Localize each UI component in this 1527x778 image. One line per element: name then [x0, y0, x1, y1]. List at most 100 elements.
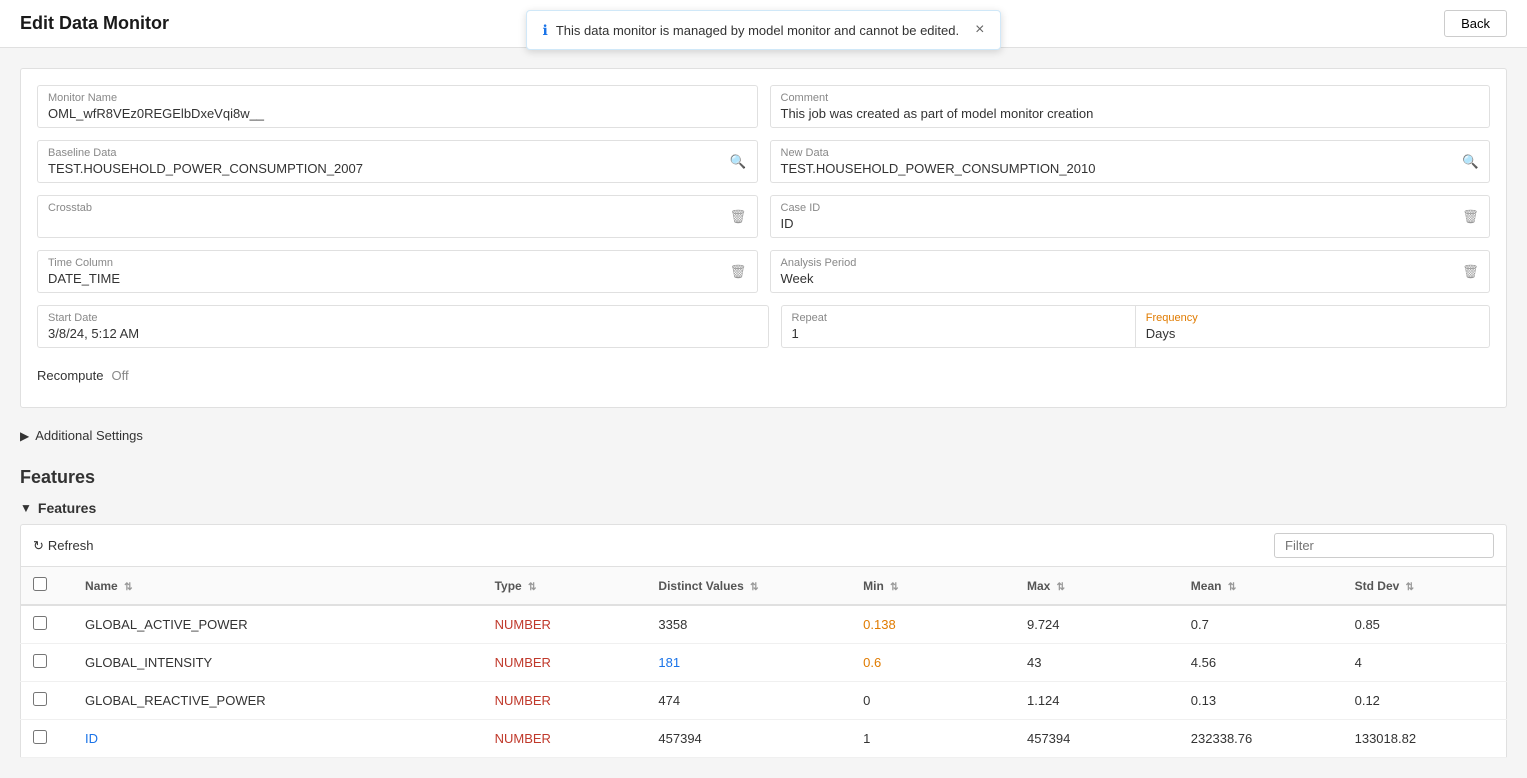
time-column-delete-button[interactable]: 🗑: [720, 250, 758, 293]
row-mean: 0.13: [1179, 682, 1343, 720]
analysis-period-label: Analysis Period: [781, 257, 1443, 269]
frequency-value: Days: [1146, 326, 1479, 341]
crosstab-delete-button[interactable]: 🗑: [720, 195, 758, 238]
features-subheading-toggle[interactable]: ▼ Features: [20, 500, 1507, 516]
features-subheading-label: Features: [38, 500, 96, 516]
header-name: Name ⇅: [73, 567, 483, 606]
table-row: ID NUMBER 457394 1 457394 232338.76 1330…: [21, 720, 1507, 758]
recompute-row: Recompute Off: [37, 360, 1490, 391]
crosstab-wrapper: Crosstab 🗑: [37, 195, 758, 238]
type-sort-icon[interactable]: ⇅: [528, 582, 536, 593]
additional-settings-label: Additional Settings: [35, 428, 143, 443]
filter-input[interactable]: [1274, 533, 1494, 558]
row-max: 43: [1015, 644, 1179, 682]
row-name: ID: [73, 720, 483, 758]
refresh-button[interactable]: ↻ Refresh: [33, 538, 93, 554]
baseline-search-button[interactable]: 🔍: [720, 140, 758, 183]
distinct-sort-icon[interactable]: ⇅: [750, 582, 758, 593]
row-min: 0.138: [851, 605, 1015, 644]
comment-label: Comment: [781, 92, 1480, 104]
repeat-field: Repeat 1: [781, 305, 1135, 348]
header-max: Max ⇅: [1015, 567, 1179, 606]
table-body: GLOBAL_ACTIVE_POWER NUMBER 3358 0.138 9.…: [21, 605, 1507, 758]
row-type: NUMBER: [483, 682, 647, 720]
repeat-value: 1: [792, 326, 1125, 341]
case-id-value: ID: [781, 216, 1443, 231]
repeat-frequency-group: Repeat 1 Frequency Days: [781, 305, 1491, 348]
form-row-1: Monitor Name OML_wfR8VEz0REGElbDxeVqi8w_…: [37, 85, 1490, 128]
stddev-sort-icon[interactable]: ⇅: [1406, 582, 1414, 593]
row-type: NUMBER: [483, 605, 647, 644]
case-id-label: Case ID: [781, 202, 1443, 214]
monitor-name-label: Monitor Name: [48, 92, 747, 104]
start-date-value: 3/8/24, 5:12 AM: [48, 326, 758, 341]
row-mean: 0.7: [1179, 605, 1343, 644]
time-column-field: Time Column DATE_TIME: [37, 250, 720, 293]
select-all-checkbox[interactable]: [33, 577, 47, 591]
crosstab-label: Crosstab: [48, 202, 710, 214]
table-toolbar: ↻ Refresh: [20, 524, 1507, 566]
case-id-delete-button[interactable]: 🗑: [1452, 195, 1490, 238]
row-type: NUMBER: [483, 644, 647, 682]
features-heading: Features: [20, 467, 1507, 488]
table-row: GLOBAL_REACTIVE_POWER NUMBER 474 0 1.124…: [21, 682, 1507, 720]
row-min: 0: [851, 682, 1015, 720]
baseline-data-field: Baseline Data TEST.HOUSEHOLD_POWER_CONSU…: [37, 140, 720, 183]
header-stddev: Std Dev ⇅: [1343, 567, 1507, 606]
mean-sort-icon[interactable]: ⇅: [1228, 582, 1236, 593]
new-data-search-button[interactable]: 🔍: [1452, 140, 1490, 183]
new-data-wrapper: New Data TEST.HOUSEHOLD_POWER_CONSUMPTIO…: [770, 140, 1491, 183]
row-distinct: 457394: [646, 720, 851, 758]
row-stddev: 0.85: [1343, 605, 1507, 644]
features-section: Features ▼ Features ↻ Refresh Name ⇅: [20, 467, 1507, 758]
time-column-label: Time Column: [48, 257, 710, 269]
new-data-value: TEST.HOUSEHOLD_POWER_CONSUMPTION_2010: [781, 161, 1443, 176]
name-sort-icon[interactable]: ⇅: [124, 582, 132, 593]
max-sort-icon[interactable]: ⇅: [1057, 582, 1065, 593]
row-checkbox-0[interactable]: [33, 616, 47, 630]
refresh-label: Refresh: [48, 538, 94, 553]
row-checkbox-cell: [21, 644, 74, 682]
chevron-right-icon: ▶: [20, 429, 29, 443]
row-max: 9.724: [1015, 605, 1179, 644]
row-checkbox-3[interactable]: [33, 730, 47, 744]
new-data-label: New Data: [781, 147, 1443, 159]
row-checkbox-1[interactable]: [33, 654, 47, 668]
analysis-period-delete-button[interactable]: 🗑: [1452, 250, 1490, 293]
monitor-name-field: Monitor Name OML_wfR8VEz0REGElbDxeVqi8w_…: [37, 85, 758, 128]
crosstab-field: Crosstab: [37, 195, 720, 238]
baseline-data-label: Baseline Data: [48, 147, 710, 159]
row-type: NUMBER: [483, 720, 647, 758]
baseline-data-value: TEST.HOUSEHOLD_POWER_CONSUMPTION_2007: [48, 161, 710, 176]
row-name: GLOBAL_INTENSITY: [73, 644, 483, 682]
row-distinct: 3358: [646, 605, 851, 644]
refresh-icon: ↻: [33, 538, 44, 554]
frequency-field: Frequency Days: [1135, 305, 1490, 348]
row-checkbox-cell: [21, 605, 74, 644]
header-distinct: Distinct Values ⇅: [646, 567, 851, 606]
header-type: Type ⇅: [483, 567, 647, 606]
row-name: GLOBAL_ACTIVE_POWER: [73, 605, 483, 644]
time-column-wrapper: Time Column DATE_TIME 🗑: [37, 250, 758, 293]
row-max: 1.124: [1015, 682, 1179, 720]
row-checkbox-2[interactable]: [33, 692, 47, 706]
repeat-label: Repeat: [792, 312, 1125, 324]
comment-field: Comment This job was created as part of …: [770, 85, 1491, 128]
notification-banner: ℹ This data monitor is managed by model …: [526, 10, 1002, 50]
row-mean: 4.56: [1179, 644, 1343, 682]
row-distinct: 474: [646, 682, 851, 720]
row-min: 0.6: [851, 644, 1015, 682]
min-sort-icon[interactable]: ⇅: [890, 582, 898, 593]
table-row: GLOBAL_ACTIVE_POWER NUMBER 3358 0.138 9.…: [21, 605, 1507, 644]
notification-text: This data monitor is managed by model mo…: [556, 23, 959, 38]
back-button[interactable]: Back: [1444, 10, 1507, 37]
row-max: 457394: [1015, 720, 1179, 758]
form-row-3: Crosstab 🗑 Case ID ID 🗑: [37, 195, 1490, 238]
analysis-period-value: Week: [781, 271, 1443, 286]
chevron-down-icon: ▼: [20, 501, 32, 515]
form-section: Monitor Name OML_wfR8VEz0REGElbDxeVqi8w_…: [20, 68, 1507, 408]
features-table: Name ⇅ Type ⇅ Distinct Values ⇅ Min ⇅ Ma…: [20, 566, 1507, 758]
close-icon[interactable]: ×: [975, 21, 984, 39]
additional-settings-toggle[interactable]: ▶ Additional Settings: [20, 420, 1507, 451]
row-min: 1: [851, 720, 1015, 758]
